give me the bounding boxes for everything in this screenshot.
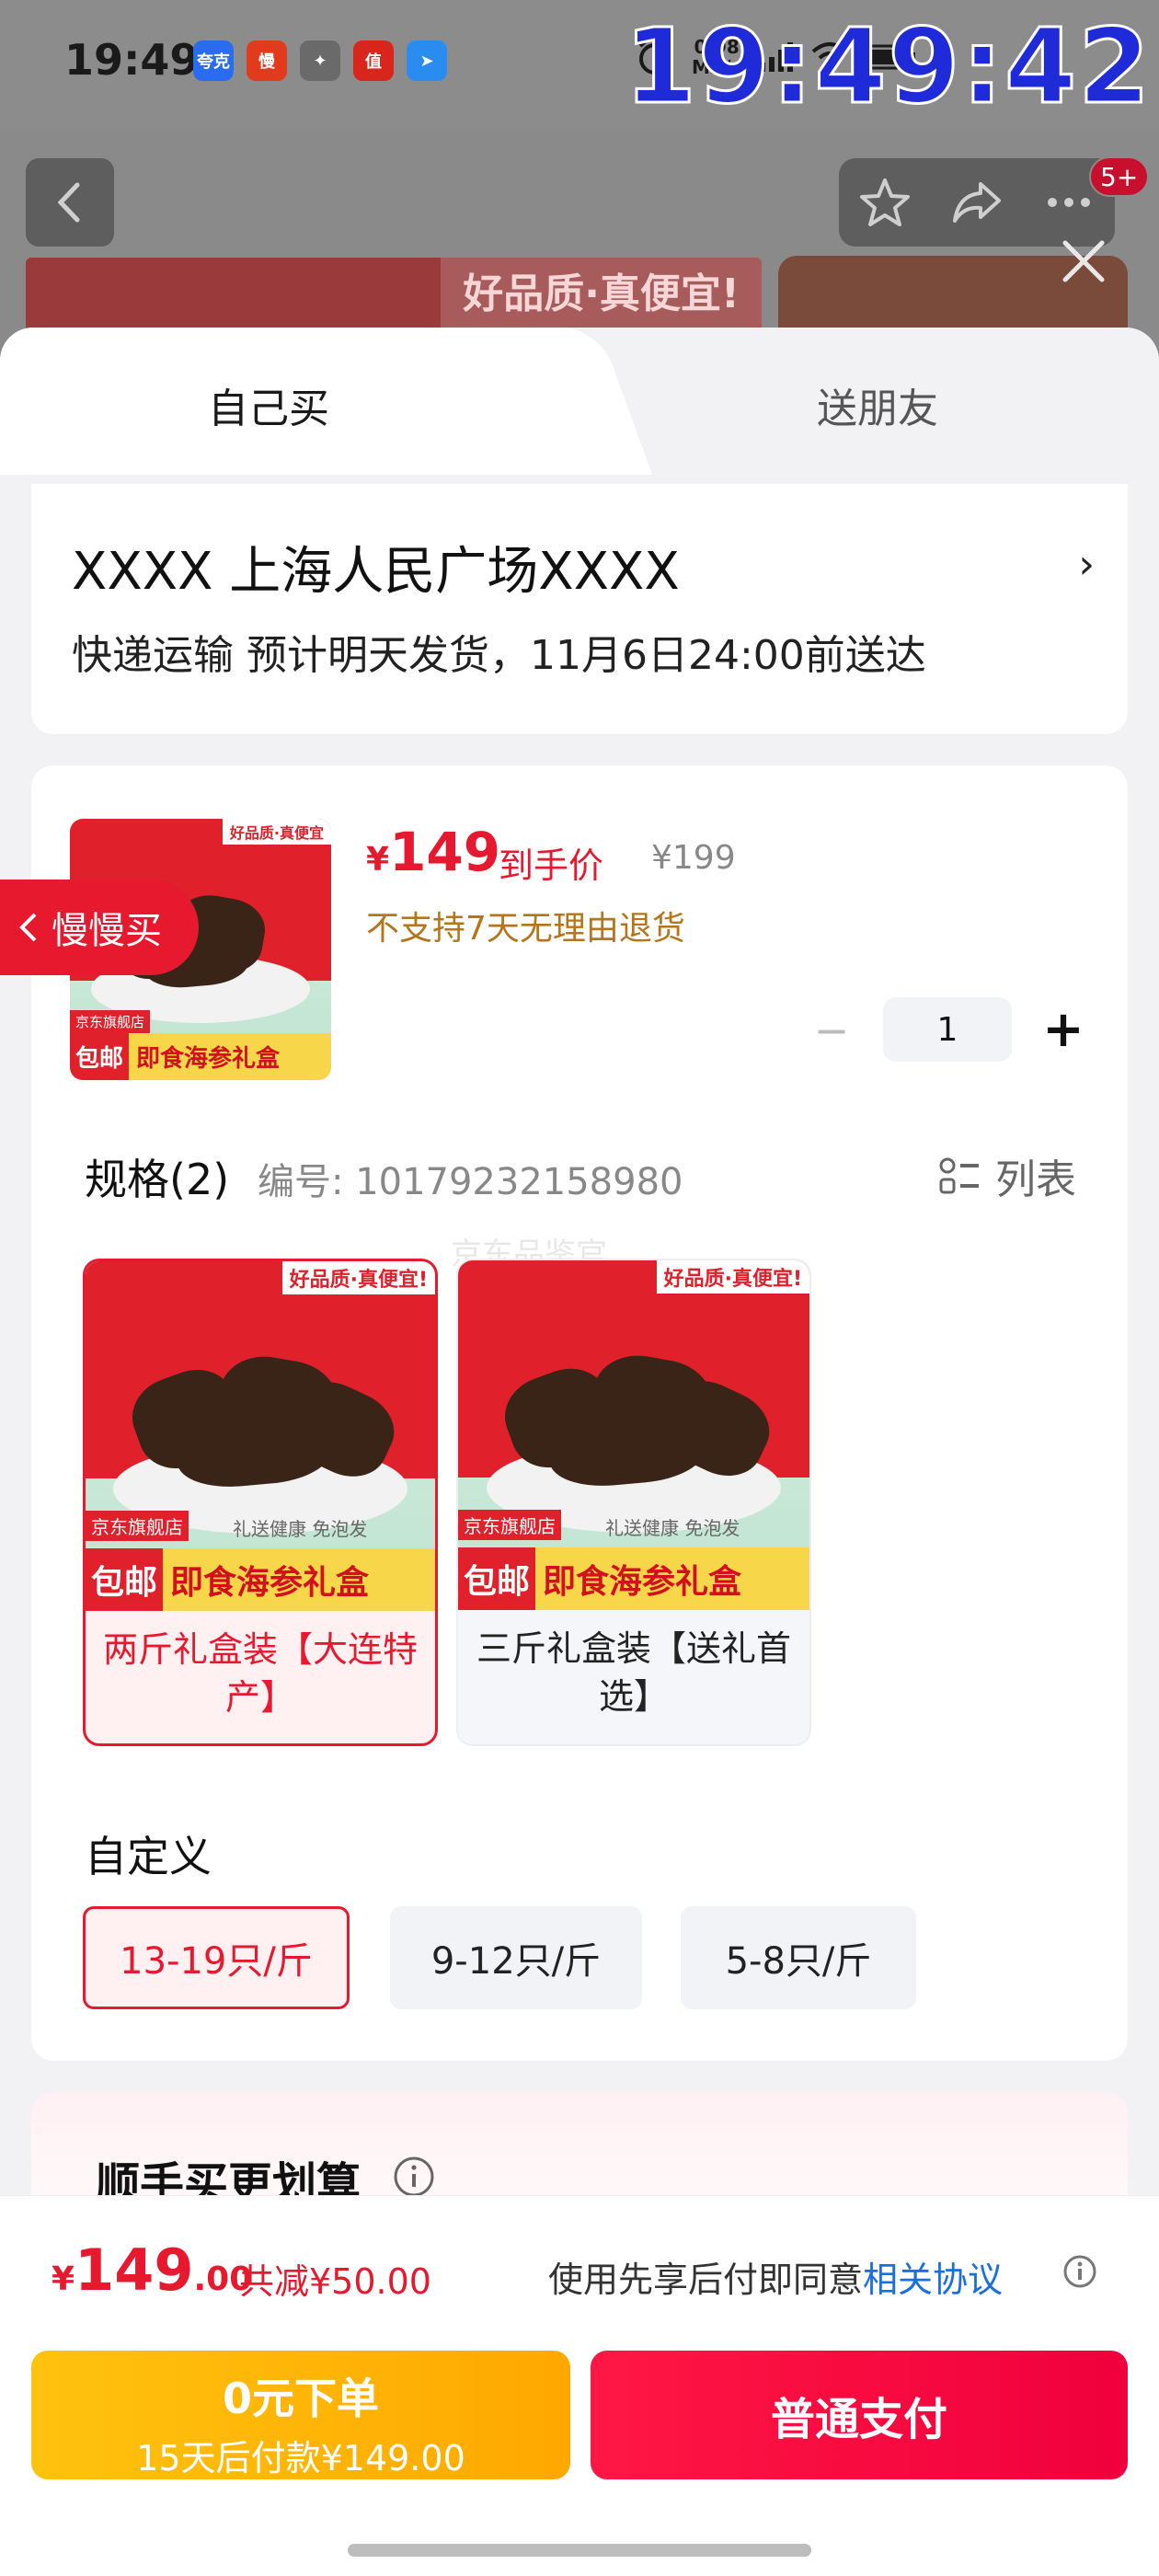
thumb-tagline: 好品质·真便宜 [222,819,331,845]
chip-9-12[interactable]: 9-12只/斤 [390,1906,642,2009]
price-symbol: ¥ [366,841,390,879]
thumb-free-ship: 包邮 [70,1032,130,1080]
pay-later-button[interactable]: 0元下单 15天后付款¥149.00 [31,2351,570,2479]
price-tag: 到手价 [499,845,604,886]
message-badge: 5+ [1089,156,1150,197]
more-icon[interactable] [1041,175,1096,230]
back-button[interactable] [26,158,114,247]
spec-image-name: 即食海参礼盒 [170,1563,370,1602]
list-view-button[interactable]: 列表 [938,1146,1076,1205]
quantity-increase-button[interactable]: + [1036,1000,1091,1058]
spec-image-store: 京东旗舰店 [458,1510,561,1540]
zhi-app-icon: 值 [353,40,394,81]
spec-option-label: 三斤礼盒装【送礼首选】 [476,1628,791,1717]
checkout-bar: ¥149.00 共减¥50.00 使用先享后付即同意相关协议 0元下单 15天后… [0,2195,1159,2576]
chevron-left-icon [57,182,80,223]
status-time: 19:49 [64,35,200,85]
chip-13-19[interactable]: 13-19只/斤 [83,1906,350,2009]
spec-image-store: 京东旗舰店 [86,1511,189,1541]
spec-image-tagline: 好品质·真便宜! [281,1261,435,1294]
custom-title: 自定义 [85,1832,212,1881]
spec-image-gift: 礼送健康 免泡发 [233,1518,368,1540]
overlay-clock: 19:49:42 [623,6,1152,129]
spec-title: 规格(2) [85,1155,230,1204]
product-card: 好品质·真便宜 京东旗舰店 包邮 即食海参礼盒 ¥149 到手价 ¥199 不支… [31,765,1128,2061]
thumb-store: 京东旗舰店 [70,1009,151,1033]
total-discount: 共减¥50.00 [239,2261,431,2302]
status-app-icons: 夸克 慢 ✦ 值 ➤ [193,40,447,81]
agreement-prefix: 使用先享后付即同意 [548,2260,864,2300]
close-icon[interactable] [1056,234,1111,289]
manman-float-button[interactable]: 慢慢买 [0,880,199,975]
spec-image-name: 即食海参礼盒 [543,1562,742,1601]
pay-later-sub: 15天后付款¥149.00 [136,2438,465,2478]
handshake-app-icon: ✦ [300,40,340,81]
send-app-icon: ➤ [407,40,447,81]
address-title: XXXX 上海人民广场XXXX [72,542,680,602]
banner-tagline: 好品质·真便宜! [441,258,762,331]
spec-image-free: 包邮 [86,1547,164,1611]
chevron-left-icon [19,913,37,942]
star-icon[interactable] [857,175,912,230]
list-view-label: 列表 [995,1156,1076,1203]
agreement-link[interactable]: 相关协议 [863,2260,1003,2300]
info-icon[interactable] [1061,2253,1098,2290]
return-policy: 不支持7天无理由退货 [366,910,685,948]
normal-pay-button[interactable]: 普通支付 [591,2351,1128,2479]
tab-self-buy[interactable]: 自己买 [0,328,589,475]
product-banner: 好品质·真便宜! [26,258,762,331]
quantity-input[interactable]: 1 [883,997,1012,1062]
purchase-tabs: 自己买 送朋友 [0,328,1159,475]
status-bar: 19:49 夸克 慢 ✦ 值 ➤ 0.98 MB/s 19:49:42 [0,0,1159,129]
thumb-product-name: 即食海参礼盒 [136,1044,281,1073]
tab-self-buy-label: 自己买 [208,385,329,432]
address-card[interactable]: XXXX 上海人民广场XXXX › 快递运输 预计明天发货，11月6日24:00… [31,484,1128,734]
agreement-text: 使用先享后付即同意相关协议 [548,2251,1003,2302]
chip-5-8[interactable]: 5-8只/斤 [681,1906,916,2009]
spec-option-label: 两斤礼盒装【大连特产】 [102,1629,418,1718]
delivery-estimate: 快递运输 预计明天发货，11月6日24:00前送达 [72,632,926,679]
quantity-decrease-button[interactable]: − [813,1006,850,1055]
original-price: ¥199 [651,839,736,877]
info-icon[interactable] [392,2155,436,2199]
total-symbol: ¥ [52,2260,75,2298]
manman-app-icon: 慢 [247,40,287,81]
tab-gift[interactable]: 送朋友 [817,375,938,434]
spec-option-three-jin[interactable]: 好品质·真便宜! 京东旗舰店 礼送健康 免泡发 包邮 即食海参礼盒 三斤礼盒装【… [456,1259,811,1746]
spec-image-gift: 礼送健康 免泡发 [605,1517,740,1539]
product-price: ¥149 [366,821,500,883]
total-price: ¥149.00 [52,2237,252,2304]
price-value: 149 [389,821,501,883]
spec-code: 编号: 10179232158980 [258,1161,683,1203]
list-icon [939,1157,979,1194]
quark-app-icon: 夸克 [193,40,234,81]
pay-later-title: 0元下单 [222,2374,379,2423]
spec-image-tagline: 好品质·真便宜! [656,1260,809,1294]
spec-image-free: 包邮 [458,1547,536,1610]
share-icon[interactable] [949,175,1004,230]
total-int: 149 [75,2237,194,2304]
chevron-right-icon: › [1078,541,1095,588]
manman-float-label: 慢慢买 [52,910,162,952]
spec-option-two-jin[interactable]: 好品质·真便宜! 京东旗舰店 礼送健康 免泡发 包邮 即食海参礼盒 两斤礼盒装【… [83,1259,438,1746]
home-indicator[interactable] [348,2544,811,2557]
